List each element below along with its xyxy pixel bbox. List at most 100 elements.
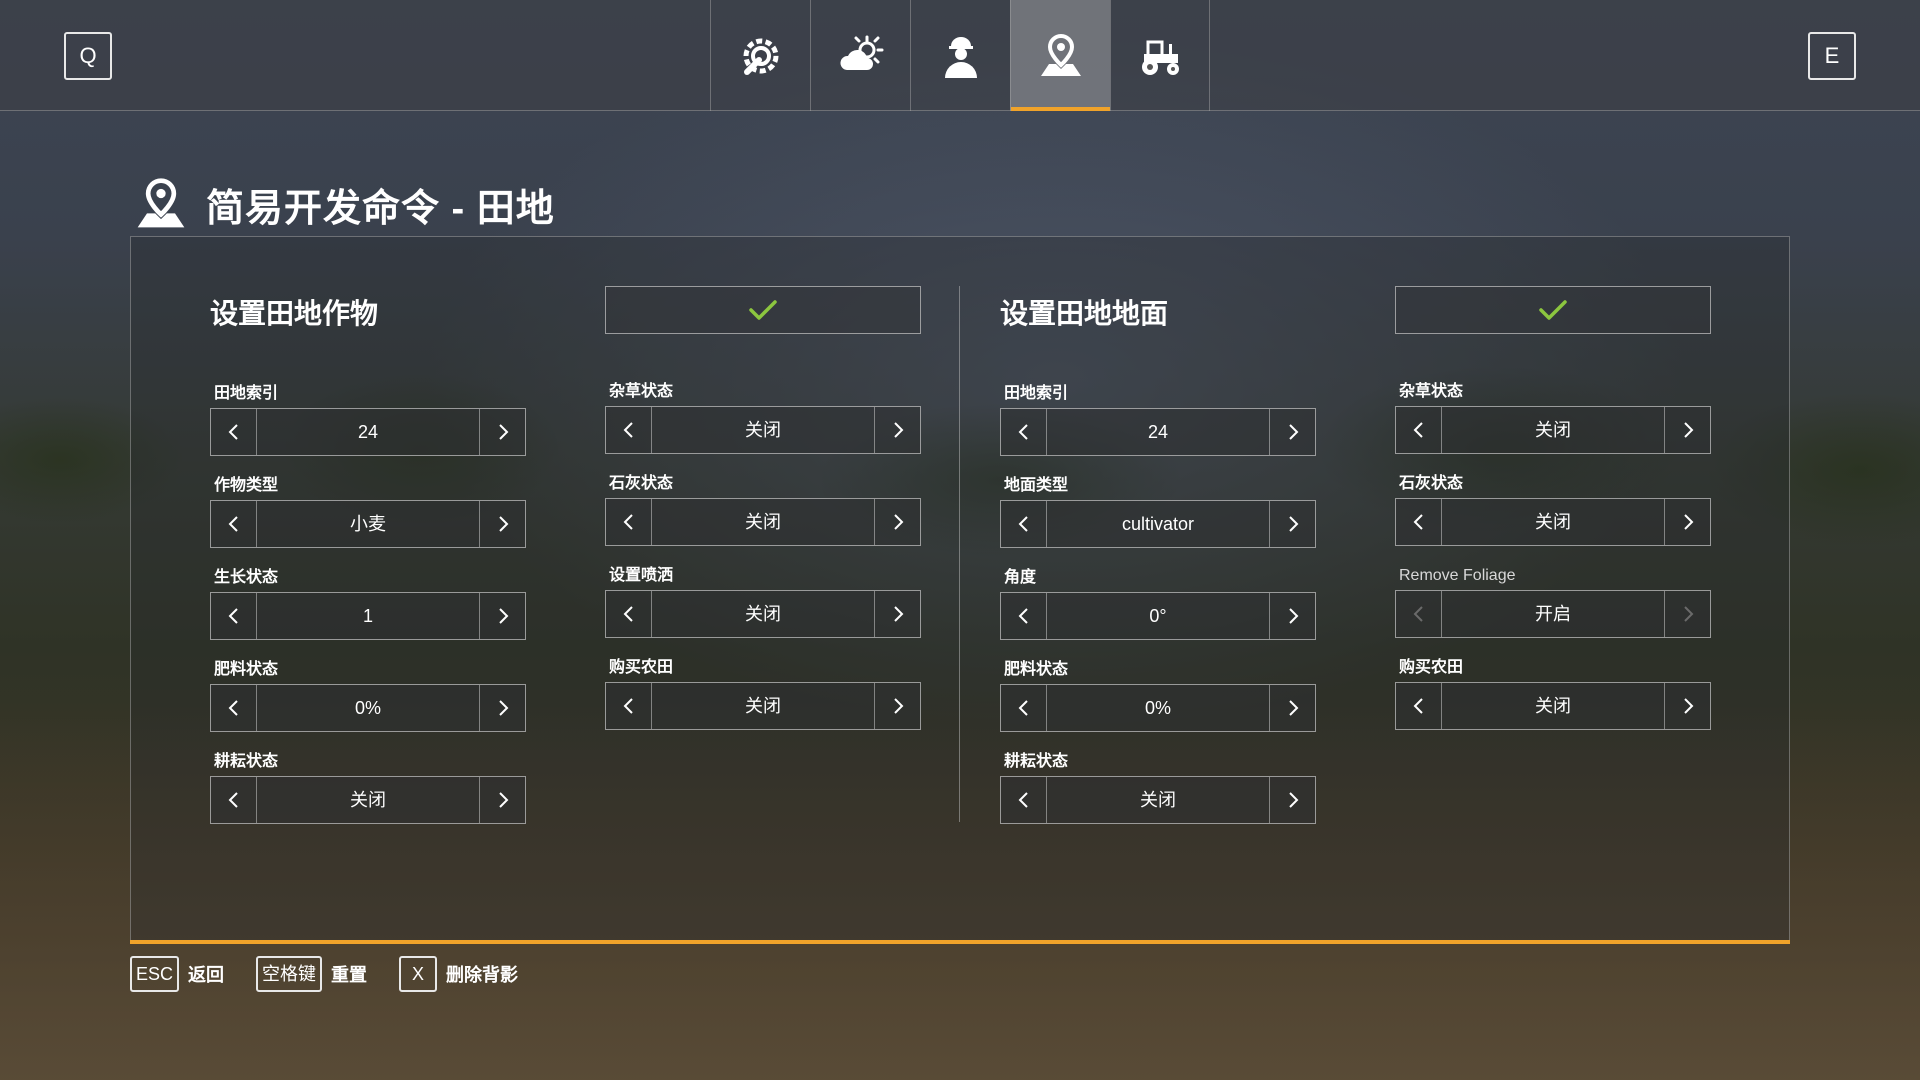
apply-crop-button[interactable] (605, 286, 921, 334)
stepper-value: cultivator (1121, 514, 1195, 534)
decrease-button[interactable] (1396, 683, 1442, 729)
increase-button[interactable] (1269, 409, 1315, 455)
menu-tabs (710, 0, 1210, 111)
decrease-button[interactable] (211, 409, 257, 455)
chevron-left-icon (1018, 608, 1028, 624)
increase-button[interactable] (479, 409, 525, 455)
chevron-left-icon (623, 606, 633, 622)
decrease-button[interactable] (1001, 685, 1047, 731)
tractor-icon (1142, 40, 1179, 75)
decrease-button[interactable] (211, 685, 257, 731)
ground-field-index-setting: 田地索引 24 (1000, 384, 1316, 456)
field-label: 设置喷洒 (609, 567, 674, 584)
stepper-value: 关闭 (1535, 696, 1571, 716)
weed-state-setting: 杂草状态 关闭 (605, 382, 921, 454)
chevron-right-icon (893, 698, 903, 714)
increase-button[interactable] (479, 501, 525, 547)
weed-state-stepper: 关闭 (605, 406, 921, 454)
increase-button[interactable] (874, 683, 920, 729)
chevron-right-icon (498, 792, 508, 808)
field-label: 生长状态 (214, 569, 279, 586)
chevron-right-icon (1683, 698, 1693, 714)
increase-button[interactable] (479, 777, 525, 823)
crop-section-title: 设置田地作物 (210, 298, 379, 329)
chevron-left-icon (1413, 514, 1423, 530)
tab-field[interactable] (1010, 0, 1110, 111)
decrease-button[interactable] (1396, 499, 1442, 545)
lime-state-stepper: 关闭 (605, 498, 921, 546)
reset-label: 重置 (331, 965, 368, 985)
increase-button[interactable] (1269, 501, 1315, 547)
stepper-value: 24 (357, 422, 379, 442)
decrease-button[interactable] (211, 501, 257, 547)
decrease-button[interactable] (606, 407, 652, 453)
stepper-value: 开启 (1535, 604, 1571, 624)
tab-general-settings[interactable] (710, 0, 810, 111)
farmer-icon (944, 36, 977, 78)
prev-tab-key-q[interactable]: Q (64, 32, 112, 80)
field-label: 肥料状态 (1004, 661, 1069, 678)
ground-lime-stepper: 关闭 (1395, 498, 1711, 546)
ground-lime-setting: 石灰状态 关闭 (1395, 474, 1711, 546)
decrease-button[interactable] (211, 777, 257, 823)
chevron-right-icon (498, 516, 508, 532)
chevron-left-icon (228, 792, 238, 808)
weather-icon (839, 35, 883, 70)
remove-background-label: 删除背影 (446, 965, 519, 985)
growth-state-setting: 生长状态 1 (210, 568, 526, 640)
page-title: 简易开发命令 - 田地 (206, 187, 555, 230)
chevron-left-icon (623, 514, 633, 530)
increase-button[interactable] (874, 407, 920, 453)
field-label: 肥料状态 (214, 661, 279, 678)
stepper-value: 关闭 (1535, 512, 1571, 532)
decrease-button[interactable] (606, 499, 652, 545)
decrease-button[interactable] (211, 593, 257, 639)
top-navigation-bar: Q E (0, 0, 1920, 111)
stepper-value: 24 (1147, 422, 1169, 442)
stepper-value: 关闭 (745, 420, 781, 440)
increase-button[interactable] (874, 591, 920, 637)
wrench-gear-icon (743, 38, 778, 75)
stepper-value: 关闭 (745, 512, 781, 532)
increase-button[interactable] (1664, 407, 1710, 453)
field-label: 田地索引 (1004, 385, 1069, 402)
increase-button[interactable] (874, 499, 920, 545)
stepper-value: 关闭 (745, 696, 781, 716)
reset-hint[interactable]: 空格键 重置 (256, 956, 367, 992)
ground-type-stepper: cultivator (1000, 500, 1316, 548)
decrease-button[interactable] (1001, 409, 1047, 455)
decrease-button[interactable] (606, 683, 652, 729)
next-tab-key-e[interactable]: E (1808, 32, 1856, 80)
increase-button (1664, 591, 1710, 637)
increase-button[interactable] (1664, 499, 1710, 545)
chevron-left-icon (228, 516, 238, 532)
apply-ground-button[interactable] (1395, 286, 1711, 334)
tab-vehicles[interactable] (1110, 0, 1210, 111)
decrease-button[interactable] (1001, 501, 1047, 547)
decrease-button[interactable] (606, 591, 652, 637)
field-label: 石灰状态 (1399, 475, 1464, 492)
ground-weed-setting: 杂草状态 关闭 (1395, 382, 1711, 454)
increase-button[interactable] (479, 593, 525, 639)
decrease-button[interactable] (1001, 777, 1047, 823)
ground-plow-stepper: 关闭 (1000, 776, 1316, 824)
increase-button[interactable] (1269, 685, 1315, 731)
decrease-button[interactable] (1001, 593, 1047, 639)
fertilizer-state-stepper: 0% (210, 684, 526, 732)
increase-button[interactable] (479, 685, 525, 731)
ground-fertilizer-setting: 肥料状态 0% (1000, 660, 1316, 732)
field-label: 石灰状态 (609, 475, 674, 492)
chevron-left-icon (623, 422, 633, 438)
stepper-value: 0° (1149, 606, 1167, 626)
increase-button[interactable] (1664, 683, 1710, 729)
tab-player[interactable] (910, 0, 1010, 111)
stepper-value: 0% (354, 698, 381, 718)
chevron-right-icon (1288, 792, 1298, 808)
remove-background-hint[interactable]: X 删除背影 (399, 956, 518, 992)
back-hint[interactable]: ESC 返回 (130, 956, 224, 992)
decrease-button[interactable] (1396, 407, 1442, 453)
increase-button[interactable] (1269, 777, 1315, 823)
x-key: X (399, 956, 438, 992)
tab-weather[interactable] (810, 0, 910, 111)
increase-button[interactable] (1269, 593, 1315, 639)
